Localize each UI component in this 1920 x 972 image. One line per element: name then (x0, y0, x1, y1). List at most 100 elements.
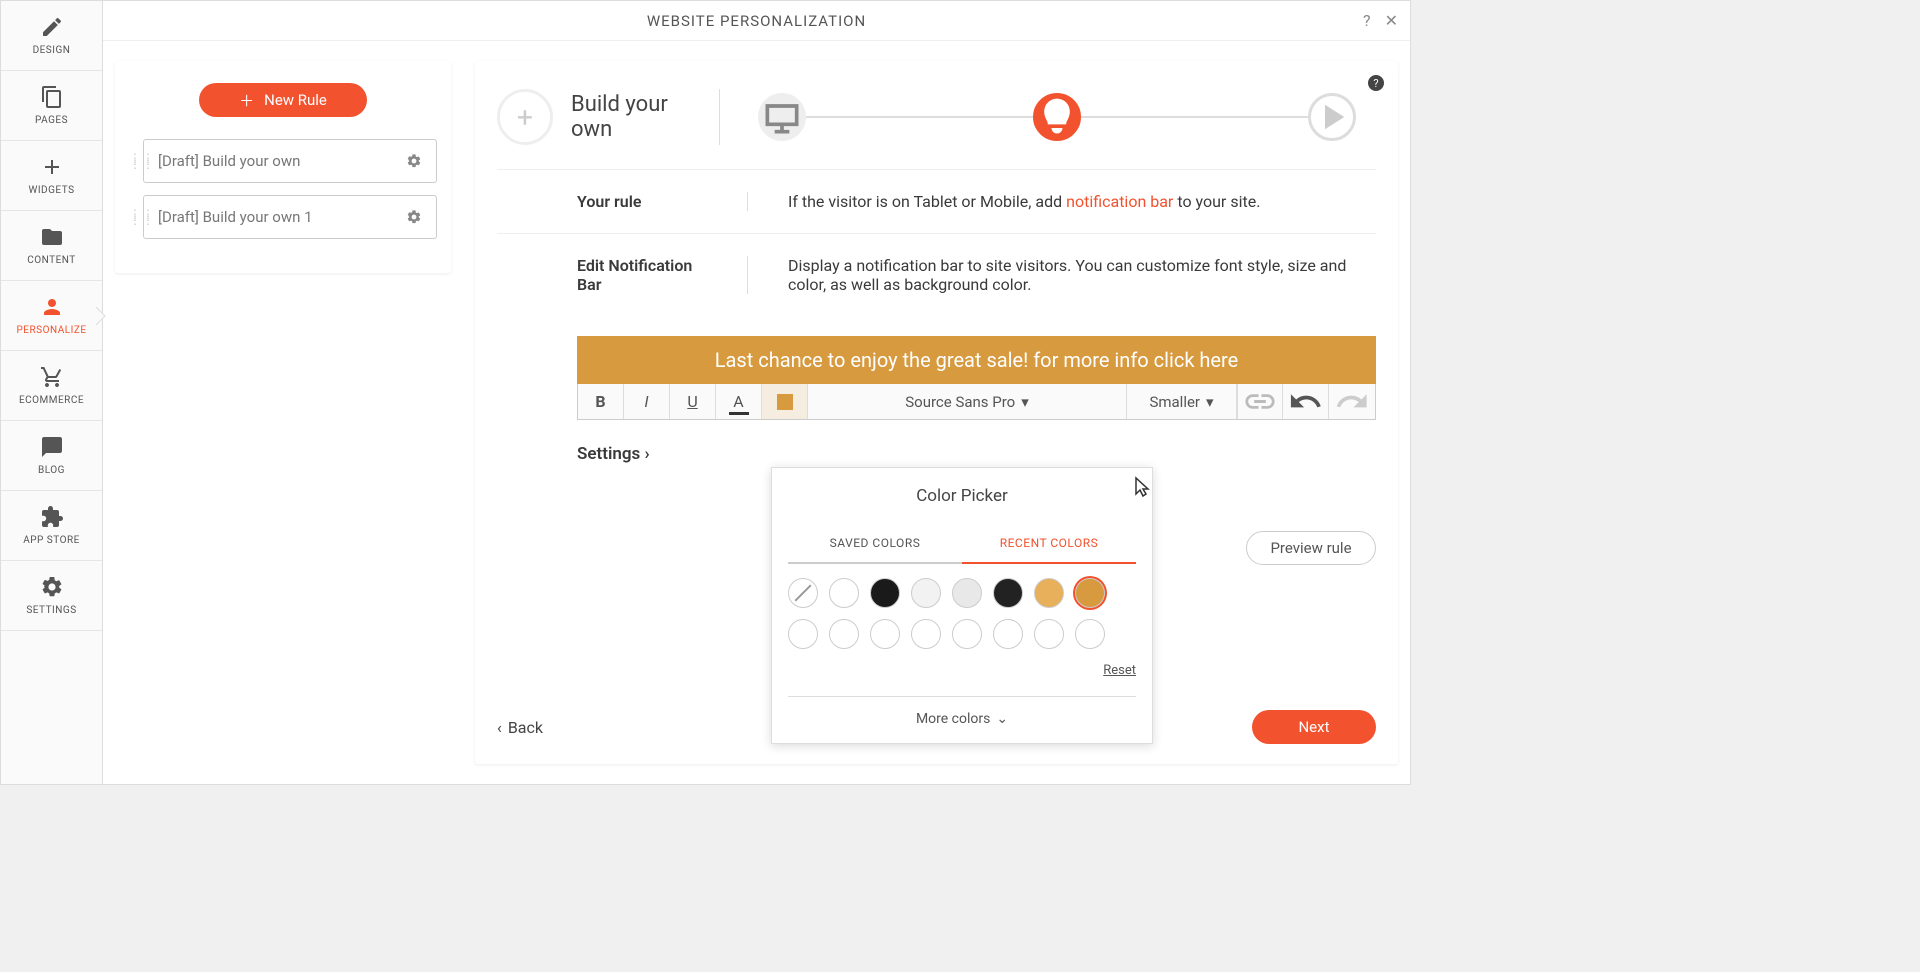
nav-label: PAGES (35, 115, 68, 126)
fill-color-button[interactable] (762, 384, 808, 419)
rules-panel: ＋ New Rule ⋮⋮⋮⋮ [Draft] Build your own ⋮… (103, 41, 463, 784)
color-swatch[interactable] (829, 619, 859, 649)
color-swatch[interactable] (1075, 578, 1105, 608)
new-rule-button[interactable]: ＋ New Rule (199, 83, 367, 117)
nav-appstore[interactable]: APP STORE (1, 491, 102, 561)
folder-icon (40, 225, 64, 249)
gear-icon[interactable] (406, 153, 422, 169)
new-rule-label: New Rule (264, 91, 327, 109)
pages-icon (40, 85, 64, 109)
edit-label: Edit Notification Bar (497, 256, 707, 294)
italic-button[interactable]: I (624, 384, 670, 419)
color-picker-tabs: SAVED COLORS RECENT COLORS (788, 524, 1136, 564)
color-swatch[interactable] (829, 578, 859, 608)
help-icon[interactable]: ? (1363, 11, 1371, 30)
step-1-trigger[interactable] (758, 93, 806, 141)
nav-label: APP STORE (23, 535, 80, 546)
fill-swatch (777, 394, 793, 410)
reset-link[interactable]: Reset (788, 655, 1136, 696)
next-button[interactable]: Next (1252, 710, 1376, 744)
plus-icon: ＋ (239, 90, 254, 111)
nav-label: DESIGN (33, 45, 71, 56)
back-button[interactable]: ‹ Back (497, 718, 543, 737)
nav-settings[interactable]: SETTINGS (1, 561, 102, 631)
nav-label: PERSONALIZE (17, 325, 87, 336)
color-swatch[interactable] (911, 619, 941, 649)
undo-button[interactable] (1283, 384, 1329, 419)
step-title: Build your own (571, 92, 701, 142)
plus-icon (40, 155, 64, 179)
your-rule-text: If the visitor is on Tablet or Mobile, a… (788, 192, 1376, 211)
nav-design[interactable]: DESIGN (1, 1, 102, 71)
plus-circle-icon: + (497, 89, 553, 145)
nav-label: SETTINGS (26, 605, 76, 616)
edit-section: Edit Notification Bar Display a notifica… (497, 234, 1376, 316)
rule-item[interactable]: ⋮⋮⋮⋮ [Draft] Build your own 1 (129, 195, 437, 239)
color-swatch[interactable] (870, 619, 900, 649)
rule-label: [Draft] Build your own 1 (158, 208, 313, 226)
chevron-right-icon: › (645, 444, 650, 464)
color-swatch[interactable] (788, 619, 818, 649)
your-rule-section: Your rule If the visitor is on Tablet or… (497, 170, 1376, 234)
step-2-action[interactable] (1033, 93, 1081, 141)
body: ＋ New Rule ⋮⋮⋮⋮ [Draft] Build your own ⋮… (103, 1, 1410, 784)
color-swatch[interactable] (870, 578, 900, 608)
chevron-left-icon: ‹ (497, 718, 502, 737)
color-swatch[interactable] (1075, 619, 1105, 649)
settings-link[interactable]: Settings › (497, 430, 1376, 464)
rule-item[interactable]: ⋮⋮⋮⋮ [Draft] Build your own (129, 139, 437, 183)
nav-label: BLOG (38, 465, 65, 476)
color-picker-popover: Color Picker SAVED COLORS RECENT COLORS … (771, 467, 1153, 744)
puzzle-icon (40, 505, 64, 529)
nav-label: ECOMMERCE (19, 395, 84, 406)
nav-ecommerce[interactable]: ECOMMERCE (1, 351, 102, 421)
cart-icon (40, 365, 64, 389)
color-swatch[interactable] (911, 578, 941, 608)
notification-bar-link[interactable]: notification bar (1066, 192, 1173, 211)
notification-bar-preview[interactable]: Last chance to enjoy the great sale! for… (577, 336, 1376, 384)
nav-widgets[interactable]: WIDGETS (1, 141, 102, 211)
color-swatch[interactable] (993, 619, 1023, 649)
nav-content[interactable]: CONTENT (1, 211, 102, 281)
preview-rule-button[interactable]: Preview rule (1246, 531, 1376, 565)
link-button[interactable] (1237, 384, 1283, 419)
notification-editor: Last chance to enjoy the great sale! for… (497, 316, 1376, 430)
step-3-preview[interactable] (1308, 93, 1356, 141)
swatch-grid (788, 564, 1136, 655)
color-swatch[interactable] (993, 578, 1023, 608)
color-swatch[interactable] (952, 578, 982, 608)
underline-button[interactable]: U (670, 384, 716, 419)
drag-handle-icon[interactable]: ⋮⋮⋮⋮ (129, 155, 137, 167)
left-sidebar: DESIGN PAGES WIDGETS CONTENT PERSONALIZE… (1, 1, 103, 784)
nav-blog[interactable]: BLOG (1, 421, 102, 491)
font-size-select[interactable]: Smaller ▾ (1127, 384, 1237, 419)
stepper: + Build your own (497, 89, 1376, 170)
color-swatch[interactable] (1034, 578, 1064, 608)
chevron-down-icon: ⌄ (996, 711, 1008, 727)
nav-pages[interactable]: PAGES (1, 71, 102, 141)
divider (719, 89, 720, 145)
chat-icon (40, 435, 64, 459)
nav-label: CONTENT (27, 255, 76, 266)
gear-icon[interactable] (406, 209, 422, 225)
person-icon (40, 295, 64, 319)
redo-button[interactable] (1329, 384, 1375, 419)
pencil-icon (40, 15, 64, 39)
bold-button[interactable]: B (578, 384, 624, 419)
tab-recent-colors[interactable]: RECENT COLORS (962, 524, 1136, 564)
page-title: WEBSITE PERSONALIZATION (647, 12, 866, 30)
more-colors-toggle[interactable]: More colors ⌄ (788, 696, 1136, 727)
nav-personalize[interactable]: PERSONALIZE (1, 281, 102, 351)
color-swatch[interactable] (952, 619, 982, 649)
close-icon[interactable]: ✕ (1385, 11, 1398, 30)
drag-handle-icon[interactable]: ⋮⋮⋮⋮ (129, 211, 137, 223)
text-color-button[interactable]: A (716, 384, 762, 419)
gear-icon (40, 575, 64, 599)
help-icon[interactable]: ? (1368, 75, 1384, 91)
color-swatch[interactable] (788, 578, 818, 608)
chevron-down-icon: ▾ (1021, 393, 1029, 411)
chevron-down-icon: ▾ (1206, 393, 1214, 411)
tab-saved-colors[interactable]: SAVED COLORS (788, 524, 962, 564)
font-family-select[interactable]: Source Sans Pro ▾ (808, 384, 1127, 419)
color-swatch[interactable] (1034, 619, 1064, 649)
